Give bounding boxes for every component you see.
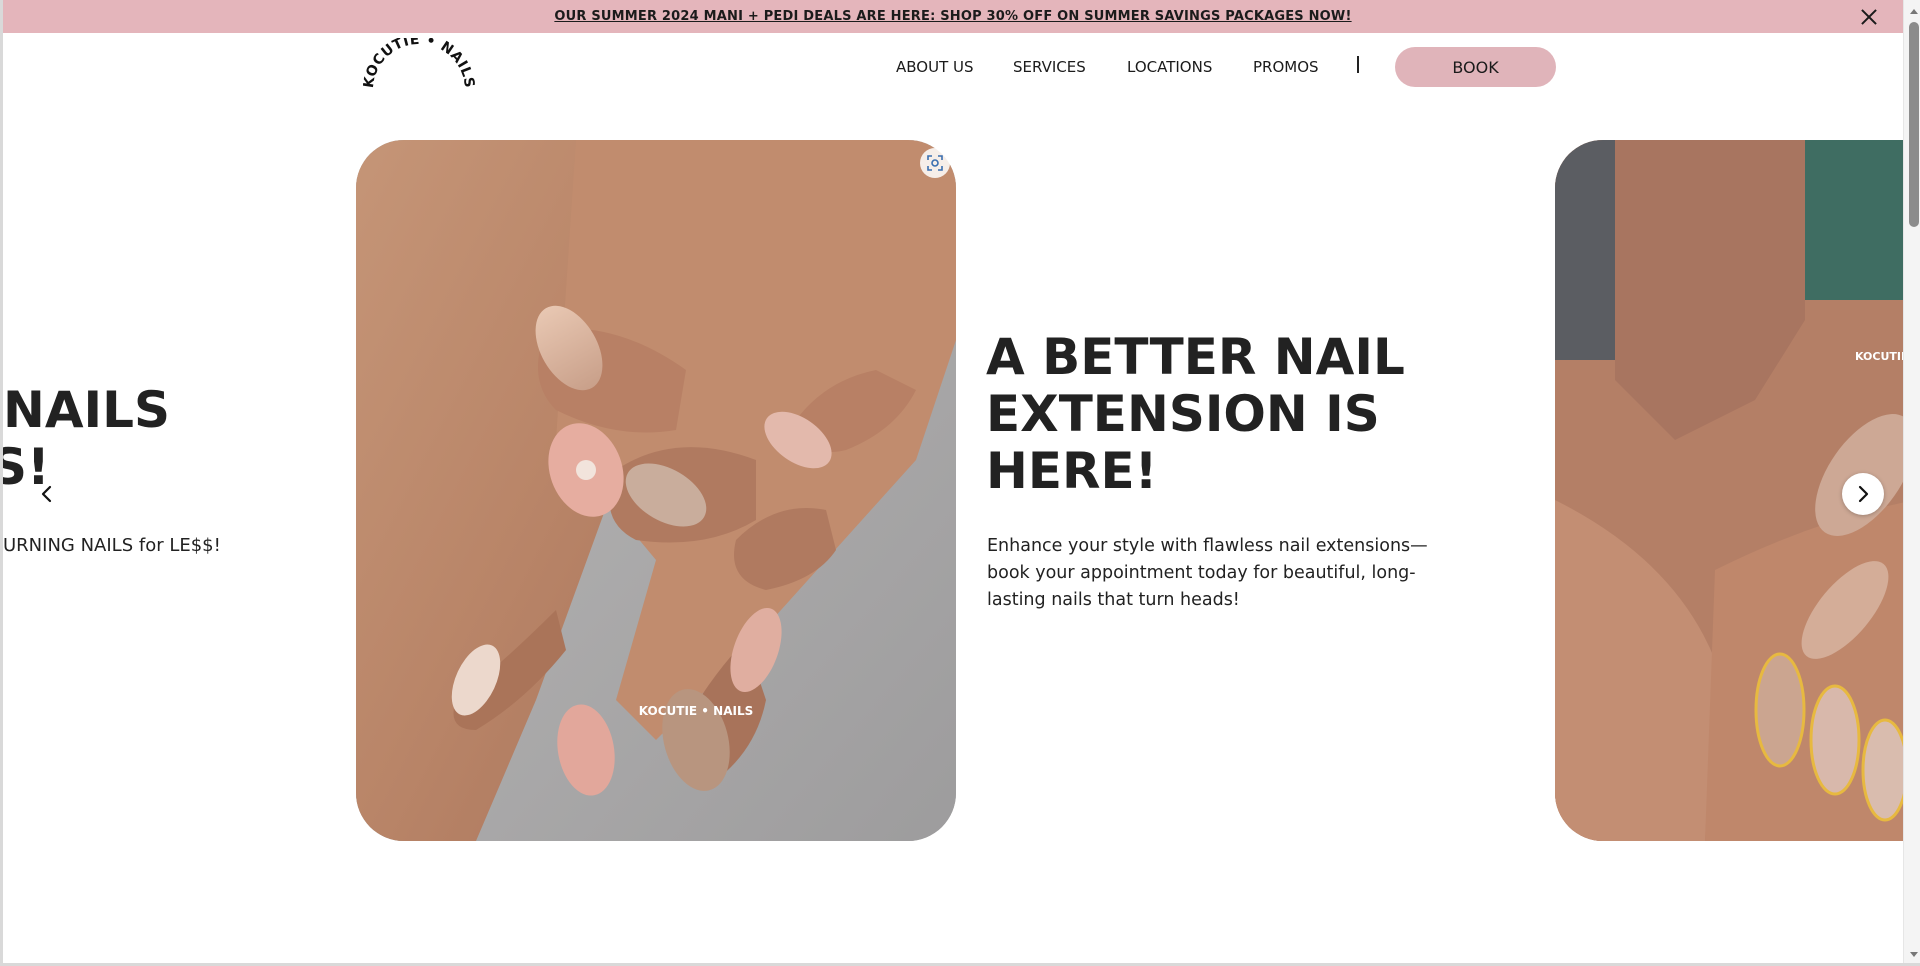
logo[interactable]: KOCUTIE • NAILS bbox=[363, 38, 475, 98]
nav-item-promos[interactable]: PROMOS bbox=[1253, 58, 1319, 76]
slide-heading: A BETTER NAIL EXTENSION IS HERE! bbox=[986, 328, 1405, 500]
close-icon[interactable] bbox=[1859, 7, 1879, 27]
nav-item-locations[interactable]: LOCATIONS bbox=[1127, 58, 1212, 76]
carousel-next-button[interactable] bbox=[1842, 473, 1884, 515]
scroll-up-icon[interactable] bbox=[1908, 6, 1920, 18]
svg-text:KOCUTIE • NAILS: KOCUTIE • NAILS bbox=[363, 38, 475, 89]
nav-item-about-us[interactable]: ABOUT US bbox=[896, 58, 974, 76]
scroll-thumb[interactable] bbox=[1909, 22, 1919, 227]
chevron-left-icon bbox=[41, 485, 52, 503]
zoom-icon[interactable] bbox=[920, 148, 950, 178]
expand-icon bbox=[927, 155, 943, 171]
nav-divider bbox=[1357, 56, 1359, 73]
logo-text: KOCUTIE • NAILS bbox=[363, 38, 475, 89]
prev-slide-heading-line1: NAILS bbox=[3, 381, 171, 439]
book-button[interactable]: BOOK bbox=[1395, 47, 1556, 87]
page-scrollbar[interactable] bbox=[1903, 0, 1920, 963]
main-slide-image: KOCUTIE • NAILS bbox=[356, 140, 956, 841]
announcement-link[interactable]: OUR SUMMER 2024 MANI + PEDI DEALS ARE HE… bbox=[554, 9, 1351, 24]
nav-item-services[interactable]: SERVICES bbox=[1013, 58, 1086, 76]
prev-slide-heading-line2: S! bbox=[3, 438, 50, 496]
prev-slide-heading: NAILS S! bbox=[3, 382, 170, 496]
slide-description: Enhance your style with flawless nail ex… bbox=[987, 536, 1428, 610]
nails-photo: KOCUTIE • NAILS bbox=[356, 140, 956, 841]
scroll-down-icon[interactable] bbox=[1908, 948, 1920, 960]
prev-slide-subtext: URNING NAILS for LE$$! bbox=[3, 535, 221, 556]
carousel-prev-button[interactable] bbox=[33, 480, 61, 508]
photo-watermark: KOCUTIE • NAILS bbox=[639, 704, 753, 718]
page: OUR SUMMER 2024 MANI + PEDI DEALS ARE HE… bbox=[0, 0, 1920, 966]
chevron-right-icon bbox=[1858, 485, 1869, 503]
announcement-bar: OUR SUMMER 2024 MANI + PEDI DEALS ARE HE… bbox=[3, 0, 1903, 33]
